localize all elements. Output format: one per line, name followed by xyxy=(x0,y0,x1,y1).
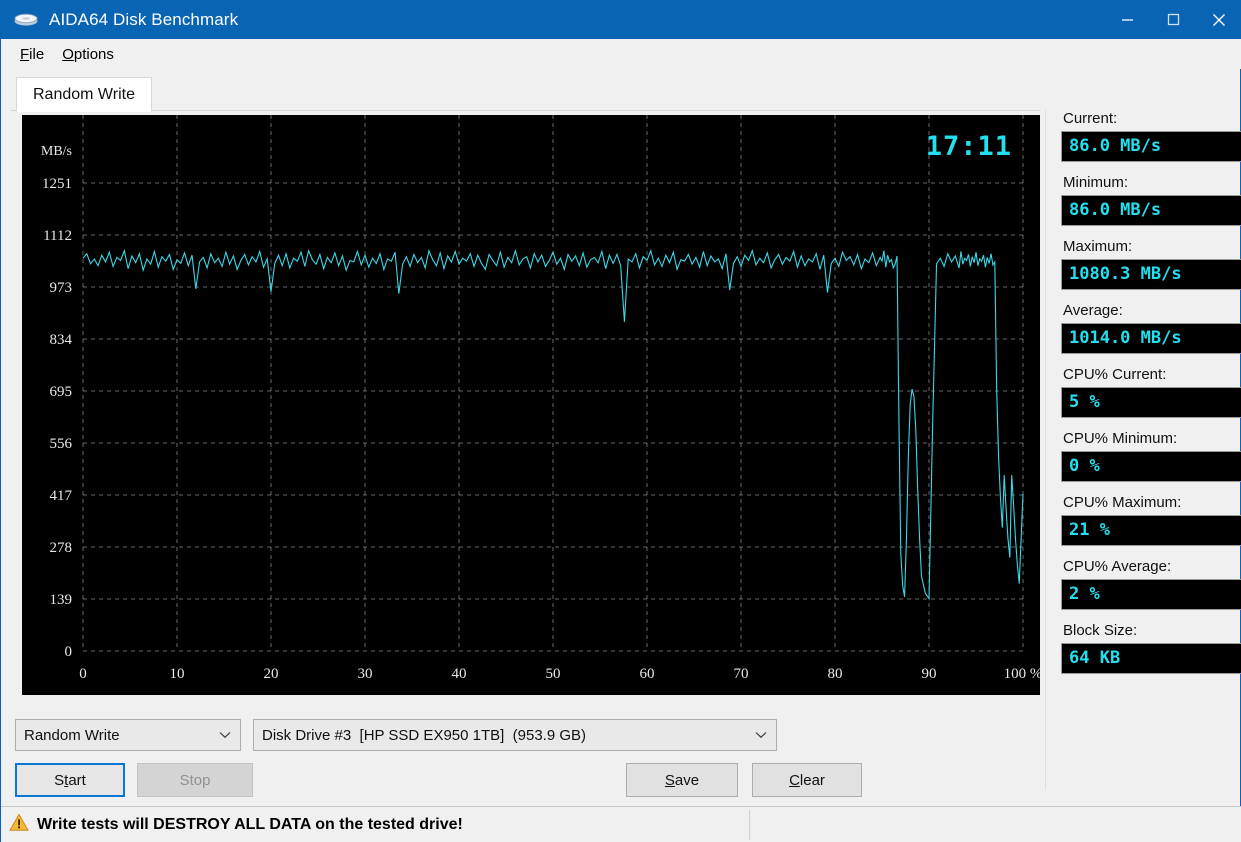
stat-label: CPU% Average: xyxy=(1063,558,1172,575)
svg-text:60: 60 xyxy=(640,666,655,682)
stat-value: 64 KB xyxy=(1061,643,1241,674)
start-button[interactable]: St art xyxy=(15,763,125,797)
stat-block: Block Size: 64 KB xyxy=(1061,622,1241,674)
start-prefix: S xyxy=(54,771,65,789)
chart-gridlines xyxy=(82,115,1024,652)
clear-button[interactable]: Clear xyxy=(752,763,862,797)
svg-text:834: 834 xyxy=(50,332,73,348)
svg-text:100 %: 100 % xyxy=(1004,666,1040,682)
tab-random-write[interactable]: Random Write xyxy=(16,77,152,112)
drive-select-combo[interactable]: Disk Drive #3 [HP SSD EX950 1TB] (953.9 … xyxy=(253,719,777,751)
status-separator xyxy=(749,810,750,840)
stat-block: CPU% Minimum: 0 % xyxy=(1061,430,1241,482)
window-controls xyxy=(1104,0,1241,39)
test-type-combo[interactable]: Random Write xyxy=(15,719,241,751)
save-accel: S xyxy=(664,771,675,789)
menu-bar: File Options xyxy=(1,39,1241,69)
close-button[interactable] xyxy=(1196,0,1241,39)
stat-label: Maximum: xyxy=(1063,238,1133,255)
svg-text:50: 50 xyxy=(546,666,561,682)
svg-text:278: 278 xyxy=(50,540,73,556)
svg-text:40: 40 xyxy=(452,666,467,682)
stat-block: Maximum: 1080.3 MB/s xyxy=(1061,238,1241,290)
stat-value: 21 % xyxy=(1061,515,1241,546)
application-window: AIDA64 Disk Benchmark File Options Rando… xyxy=(0,0,1241,842)
menu-item-file[interactable]: File xyxy=(11,43,53,66)
stat-value: 0 % xyxy=(1061,451,1241,482)
svg-text:0: 0 xyxy=(79,666,87,682)
svg-text:80: 80 xyxy=(828,666,843,682)
svg-text:70: 70 xyxy=(734,666,749,682)
svg-text:MB/s: MB/s xyxy=(41,144,72,159)
menu-options-rest: ptions xyxy=(73,45,114,63)
test-type-value: Random Write xyxy=(24,726,120,744)
stat-value: 86.0 MB/s xyxy=(1061,131,1241,162)
stat-label: CPU% Maximum: xyxy=(1063,494,1182,511)
svg-text:0: 0 xyxy=(65,644,73,660)
stat-value: 5 % xyxy=(1061,387,1241,418)
title-bar: AIDA64 Disk Benchmark xyxy=(1,0,1241,39)
elapsed-time: 17:11 xyxy=(925,131,1012,162)
svg-text:695: 695 xyxy=(50,384,73,400)
chevron-down-icon[interactable] xyxy=(210,720,240,750)
stat-label: Current: xyxy=(1063,110,1118,127)
svg-text:973: 973 xyxy=(50,280,73,296)
svg-text:139: 139 xyxy=(50,592,73,608)
stat-block: Average: 1014.0 MB/s xyxy=(1061,302,1241,354)
svg-text:417: 417 xyxy=(50,488,73,504)
menu-item-options[interactable]: Options xyxy=(53,43,123,66)
chart-tick-labels: 0 139 278 417 556 695 834 973 1112 1251 0 10 20 30 40 5… xyxy=(41,144,1040,682)
stat-label: Average: xyxy=(1063,302,1123,319)
stat-label: CPU% Current: xyxy=(1063,366,1167,383)
svg-text:10: 10 xyxy=(170,666,185,682)
stat-label: Minimum: xyxy=(1063,174,1129,191)
stat-value: 86.0 MB/s xyxy=(1061,195,1241,226)
stop-button: Stop xyxy=(137,763,253,797)
stats-panel: Current: 86.0 MB/s Minimum: 86.0 MB/s Maximu… xyxy=(1061,110,1241,686)
clear-accel: C xyxy=(789,771,800,789)
maximize-button[interactable] xyxy=(1150,0,1196,39)
chevron-down-icon[interactable] xyxy=(746,720,776,750)
svg-text:556: 556 xyxy=(50,436,73,452)
stat-block: Minimum: 86.0 MB/s xyxy=(1061,174,1241,226)
stat-label: CPU% Minimum: xyxy=(1063,430,1178,447)
window-title: AIDA64 Disk Benchmark xyxy=(49,9,239,29)
tab-strip: Random Write xyxy=(11,77,1040,112)
stat-value: 1014.0 MB/s xyxy=(1061,323,1241,354)
stat-block: CPU% Average: 2 % xyxy=(1061,558,1241,610)
sidebar-divider xyxy=(1045,110,1046,790)
stat-block: CPU% Current: 5 % xyxy=(1061,366,1241,418)
svg-text:30: 30 xyxy=(358,666,373,682)
clear-suffix: lear xyxy=(799,771,825,789)
benchmark-chart: 0 139 278 417 556 695 834 973 1112 1251 0 10 20 30 40 5… xyxy=(22,115,1040,695)
svg-text:20: 20 xyxy=(264,666,279,682)
disk-icon xyxy=(13,10,39,30)
svg-text:1251: 1251 xyxy=(42,176,72,192)
menu-options-label: O xyxy=(62,45,74,63)
save-button[interactable]: Save xyxy=(626,763,738,797)
stat-block: CPU% Maximum: 21 % xyxy=(1061,494,1241,546)
menu-file-rest: ile xyxy=(29,45,45,63)
svg-text:90: 90 xyxy=(922,666,937,682)
stat-label: Block Size: xyxy=(1063,622,1138,639)
status-message: Write tests will DESTROY ALL DATA on the… xyxy=(37,815,463,833)
menu-file-label: F xyxy=(20,45,30,63)
minimize-button[interactable] xyxy=(1104,0,1150,39)
svg-text:1112: 1112 xyxy=(43,228,72,244)
stop-label: Stop xyxy=(179,771,211,789)
warning-triangle-icon xyxy=(9,812,29,837)
save-suffix: ave xyxy=(674,771,700,789)
stat-block: Current: 86.0 MB/s xyxy=(1061,110,1241,162)
drive-select-value: Disk Drive #3 [HP SSD EX950 1TB] (953.9 … xyxy=(262,726,587,744)
status-bar: Write tests will DESTROY ALL DATA on the… xyxy=(1,806,1241,842)
chart-svg: 0 139 278 417 556 695 834 973 1112 1251 0 10 20 30 40 5… xyxy=(41,115,1040,682)
stat-value: 1080.3 MB/s xyxy=(1061,259,1241,290)
stat-value: 2 % xyxy=(1061,579,1241,610)
start-suffix: art xyxy=(68,771,86,789)
tab-label: Random Write xyxy=(33,85,135,103)
